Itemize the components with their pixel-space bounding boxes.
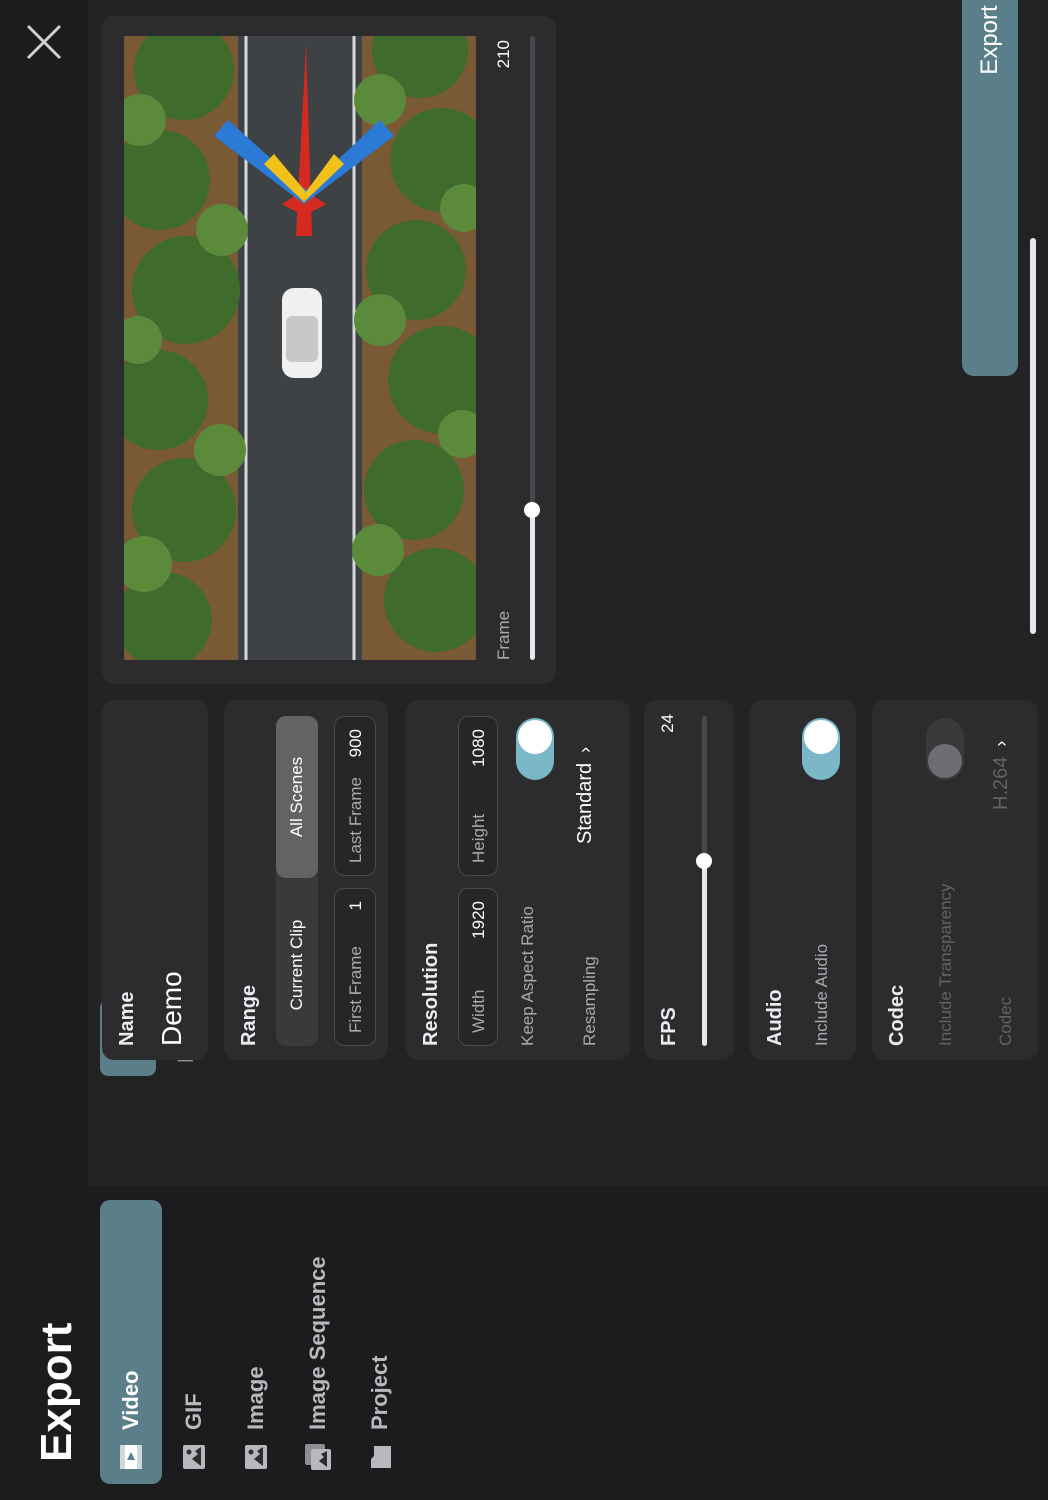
preview-card: Frame 210 — [102, 16, 556, 684]
scrollbar[interactable] — [1030, 238, 1036, 634]
height-field[interactable]: Height 1080 — [458, 716, 498, 876]
transparency-label: Include Transparency — [936, 883, 955, 1046]
frame-slider-fill — [530, 510, 535, 660]
settings-panel: MP4 MOV Name Demo Range Current Clip All… — [88, 0, 1048, 1186]
last-frame-value: 900 — [346, 729, 365, 758]
nav-label-project: Project — [367, 1355, 392, 1430]
resolution-label: Resolution — [420, 942, 442, 1046]
nav-item-project[interactable]: Project — [352, 1200, 408, 1484]
first-frame-label: First Frame — [346, 946, 365, 1033]
range-option-all-scenes[interactable]: All Scenes — [276, 716, 318, 878]
range-segmented-control: Current Clip All Scenes — [276, 716, 318, 1046]
include-audio-toggle[interactable] — [802, 718, 840, 780]
range-card: Range Current Clip All Scenes First Fram… — [224, 700, 388, 1060]
frame-slider-thumb[interactable] — [524, 502, 540, 519]
codec-label: Codec — [996, 996, 1015, 1046]
frame-value: 210 — [494, 40, 513, 69]
range-label: Range — [238, 984, 260, 1046]
fps-slider[interactable] — [696, 716, 712, 1046]
fps-slider-thumb[interactable] — [696, 853, 712, 870]
fps-label: FPS — [658, 1007, 680, 1046]
transparency-toggle[interactable] — [926, 718, 964, 780]
include-audio-label: Include Audio — [812, 943, 831, 1046]
last-frame-field[interactable]: Last Frame 900 — [334, 716, 376, 876]
fps-card: FPS 24 — [644, 700, 734, 1060]
frame-label: Frame — [494, 610, 513, 660]
image-sequence-icon — [305, 1444, 331, 1470]
nav-label-video: Video — [118, 1370, 143, 1430]
resampling-select[interactable]: Standard › — [574, 747, 597, 844]
codec-select[interactable]: H.264 › — [990, 741, 1013, 810]
audio-card: Audio Include Audio — [750, 700, 856, 1060]
toggle-knob — [804, 720, 838, 754]
name-card: Name Demo — [102, 700, 208, 1060]
nav-item-video[interactable]: Video — [100, 1200, 162, 1484]
width-label: Width — [469, 989, 488, 1033]
width-value: 1920 — [469, 901, 488, 939]
codec-title: Codec — [886, 984, 908, 1046]
audio-label: Audio — [764, 989, 786, 1046]
name-field[interactable]: Demo — [156, 971, 188, 1046]
chevron-right-icon: › — [575, 746, 595, 753]
nav-label-gif: GIF — [181, 1393, 206, 1430]
close-button[interactable] — [22, 20, 66, 64]
nav-label-image-sequence: Image Sequence — [305, 1256, 330, 1430]
nav-label-image: Image — [243, 1366, 268, 1430]
first-frame-value: 1 — [346, 901, 365, 911]
first-frame-field[interactable]: First Frame 1 — [334, 888, 376, 1046]
keep-aspect-label: Keep Aspect Ratio — [518, 906, 537, 1046]
fps-slider-fill — [702, 861, 707, 1046]
keep-aspect-toggle[interactable] — [516, 718, 554, 780]
nav-item-gif[interactable]: GIF — [166, 1200, 222, 1484]
range-option-current-clip[interactable]: Current Clip — [276, 884, 318, 1046]
height-value: 1080 — [469, 729, 488, 767]
height-label: Height — [469, 813, 488, 863]
last-frame-label: Last Frame — [346, 777, 365, 863]
name-label: Name — [116, 991, 138, 1046]
nav-item-image[interactable]: Image — [228, 1200, 284, 1484]
codec-card: Codec Include Transparency Codec H.264 › — [872, 700, 1038, 1060]
page-title: Export — [32, 1322, 81, 1462]
toggle-knob — [928, 744, 962, 778]
project-icon — [371, 1446, 391, 1468]
fps-value: 24 — [658, 714, 677, 733]
resampling-label: Resampling — [580, 956, 599, 1046]
export-button[interactable]: Export — [962, 0, 1018, 376]
resampling-value: Standard — [574, 762, 596, 844]
codec-value: H.264 — [990, 756, 1012, 810]
frame-slider[interactable] — [524, 36, 540, 660]
preview-image — [124, 36, 476, 660]
chevron-right-icon: › — [991, 740, 1011, 747]
width-field[interactable]: Width 1920 — [458, 888, 498, 1046]
toggle-knob — [518, 720, 552, 754]
nav-item-image-sequence[interactable]: Image Sequence — [290, 1194, 346, 1484]
export-screen: Export Video GIF Image Image Sequence Pr… — [0, 0, 1048, 1500]
video-icon — [120, 1445, 142, 1469]
close-icon — [26, 24, 62, 60]
gif-icon — [183, 1445, 205, 1469]
preview-scene — [124, 36, 476, 660]
resolution-card: Resolution Width 1920 Height 1080 Keep A… — [406, 700, 630, 1060]
image-icon — [245, 1445, 267, 1469]
